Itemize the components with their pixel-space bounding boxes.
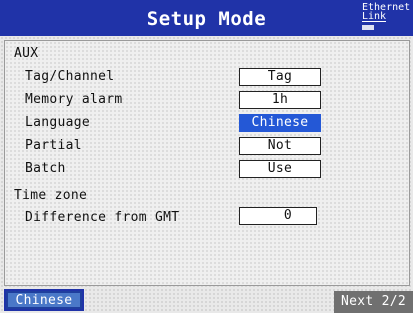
link-label: Link: [362, 11, 387, 22]
ethernet-link-indicator: Ethernet Link: [362, 3, 412, 33]
setup-screen: Setup Mode Ethernet Link AUX Tag/Channel…: [0, 0, 413, 313]
section-aux-label: AUX: [14, 46, 39, 61]
language-field[interactable]: Chinese: [239, 114, 321, 132]
language-label: Language: [25, 115, 91, 130]
section-time-zone-label: Time zone: [14, 188, 88, 203]
batch-label: Batch: [25, 161, 66, 176]
partial-label: Partial: [25, 138, 82, 153]
tag-channel-field[interactable]: Tag: [239, 68, 321, 86]
batch-field[interactable]: Use: [239, 160, 321, 178]
settings-panel: AUX Tag/Channel Tag Memory alarm 1h Lang…: [4, 40, 410, 286]
link-status-led-icon: [362, 25, 374, 30]
memory-alarm-label: Memory alarm: [25, 92, 123, 107]
title-bar: Setup Mode Ethernet Link: [0, 0, 413, 36]
difference-from-gmt-label: Difference from GMT: [25, 210, 180, 225]
page-title: Setup Mode: [146, 8, 267, 30]
softkey-chinese-button[interactable]: Chinese: [4, 289, 84, 311]
softkey-chinese-label: Chinese: [8, 293, 80, 308]
softkey-next-button[interactable]: Next 2/2: [334, 291, 413, 313]
memory-alarm-field[interactable]: 1h: [239, 91, 321, 109]
difference-from-gmt-field[interactable]: 0: [239, 207, 317, 225]
tag-channel-label: Tag/Channel: [25, 69, 115, 84]
partial-field[interactable]: Not: [239, 137, 321, 155]
